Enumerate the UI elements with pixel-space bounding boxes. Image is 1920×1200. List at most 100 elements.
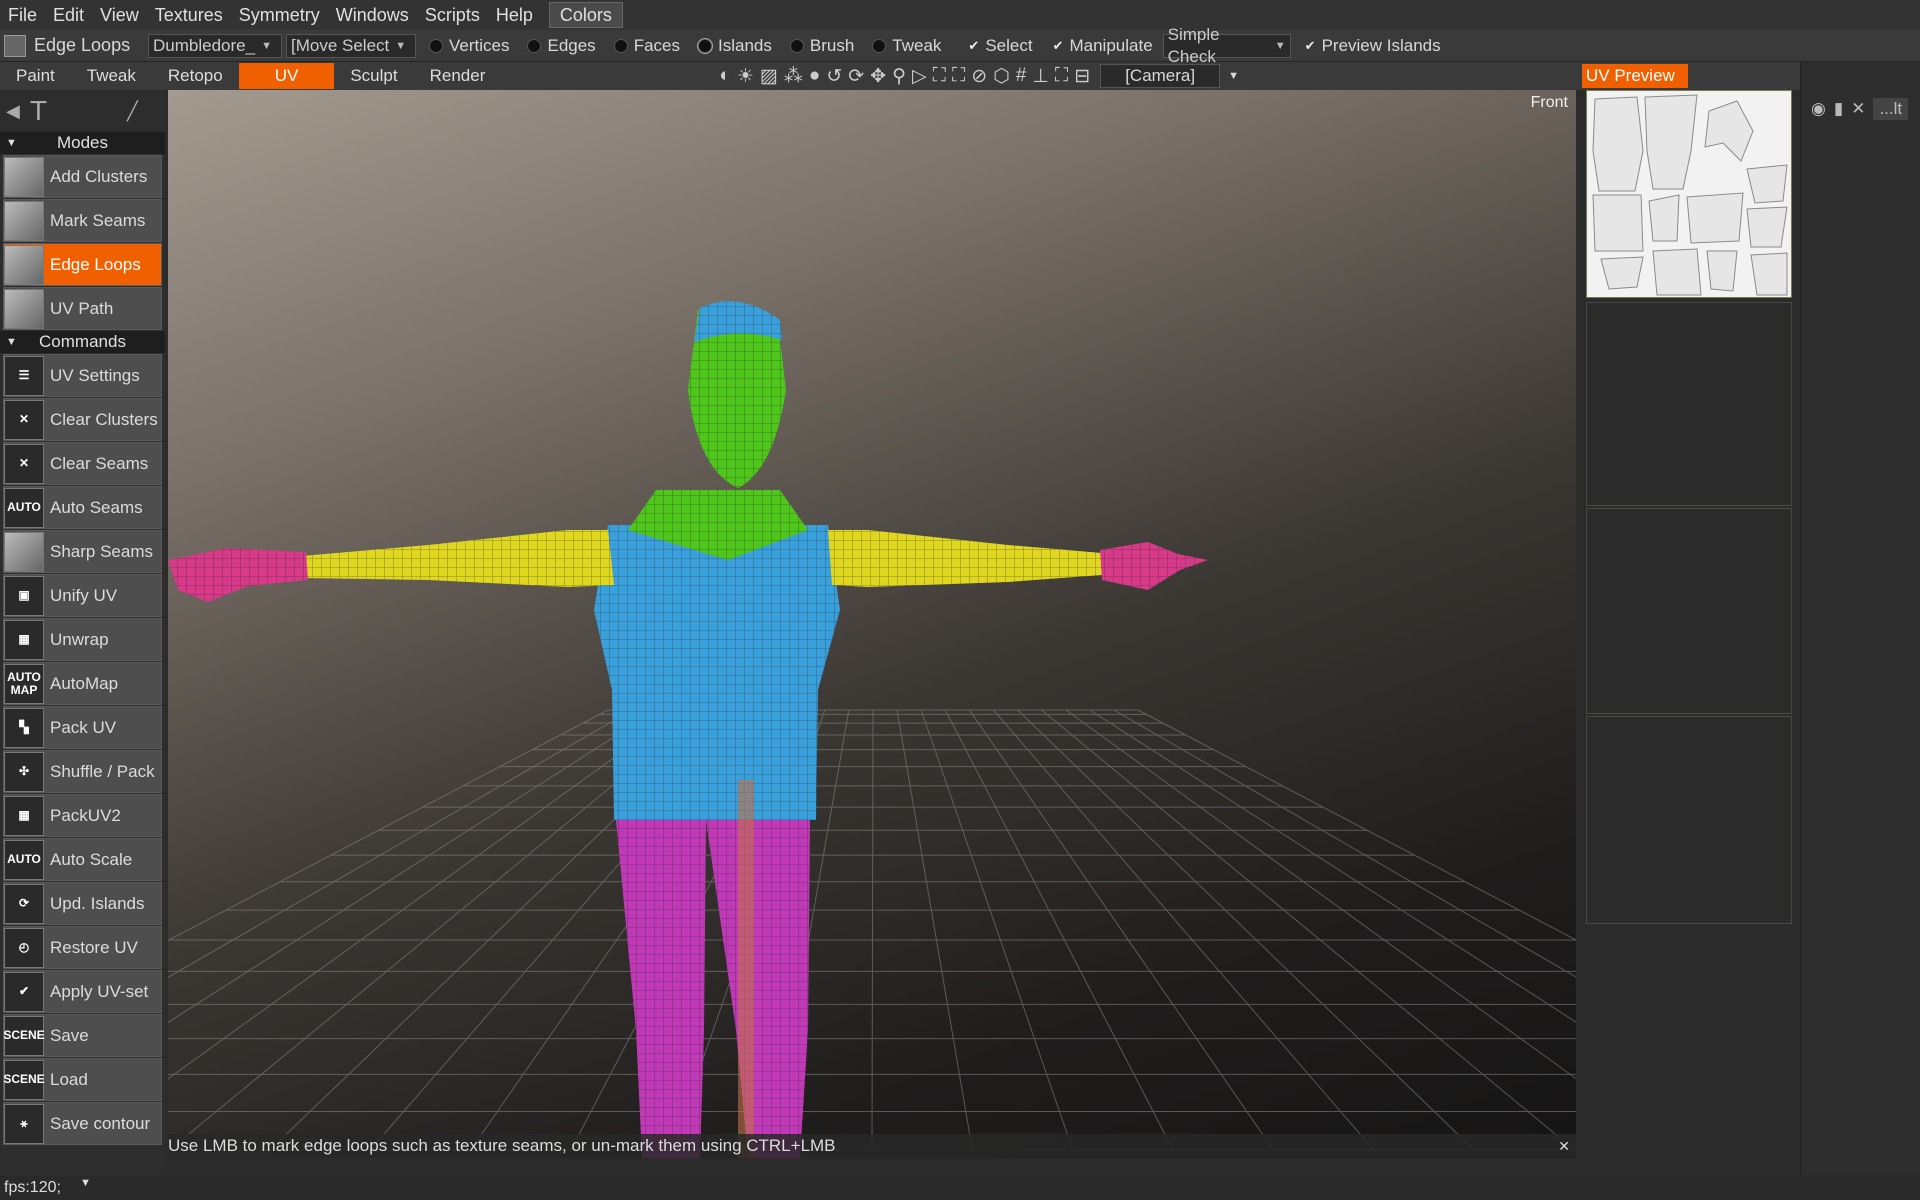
chevron-down-icon[interactable]: ▼	[1228, 70, 1239, 82]
3d-viewport[interactable]: Front Use LMB to mark edge loops such as…	[168, 90, 1576, 1158]
radio-faces[interactable]: Faces	[613, 36, 680, 56]
menu-help[interactable]: Help	[488, 0, 541, 30]
text-tool-icon[interactable]: T	[30, 95, 47, 127]
uv-slot-3[interactable]	[1586, 716, 1792, 924]
check-select[interactable]: ✔ Select	[968, 36, 1032, 56]
uv-settings-button[interactable]: ☰ UV Settings	[3, 354, 162, 397]
zoom-icon[interactable]: ⚲	[892, 65, 906, 88]
cube-view-icon[interactable]: ⬡	[993, 65, 1010, 88]
auto-seams-button[interactable]: AUTO Auto Seams	[3, 486, 162, 529]
grid-line	[1017, 709, 1475, 1151]
apply-uv-set-button[interactable]: ✔ Apply UV-set	[3, 970, 162, 1013]
add-clusters-button[interactable]: Add Clusters	[3, 155, 162, 198]
unify-uv-button[interactable]: ▣ Unify UV	[3, 574, 162, 617]
clear-clusters-button[interactable]: ✕ Clear Clusters	[3, 398, 162, 441]
grid-toggle-icon[interactable]: #	[1016, 65, 1027, 87]
layer-name[interactable]: ...lt	[1873, 98, 1909, 120]
chevron-down-icon[interactable]: ▼	[80, 1171, 91, 1196]
no-icon[interactable]: ⊘	[971, 65, 987, 88]
object-dropdown[interactable]: Dumbledore_ ▼	[148, 33, 282, 58]
save-button[interactable]: SCENE Save	[3, 1014, 162, 1057]
tab-render[interactable]: Render	[414, 63, 502, 89]
radio-brush[interactable]: Brush	[789, 36, 854, 56]
sharp-seams-button[interactable]: Sharp Seams	[3, 530, 162, 573]
edge-loops-button[interactable]: Edge Loops	[3, 243, 162, 286]
rotate-icon[interactable]: ⟳	[848, 65, 864, 88]
tab-retopo[interactable]: Retopo	[152, 63, 239, 89]
camera-dropdown[interactable]: [Camera]	[1100, 64, 1221, 88]
menu-textures[interactable]: Textures	[147, 0, 231, 30]
radio-islands[interactable]: Islands	[697, 36, 772, 56]
move-icon[interactable]: ✥	[870, 65, 886, 88]
menu-windows[interactable]: Windows	[328, 0, 417, 30]
checkmark-icon: ✔	[1052, 37, 1064, 53]
close-icon[interactable]: ✕	[1851, 99, 1865, 119]
restore-uv-button[interactable]: ◴ Restore UV	[3, 926, 162, 969]
button-label: Restore UV	[50, 937, 138, 957]
menu-edit[interactable]: Edit	[45, 0, 92, 30]
menu-symmetry[interactable]: Symmetry	[231, 0, 328, 30]
play-icon[interactable]: ▷	[912, 65, 927, 88]
clear-seams-button[interactable]: ✕ Clear Seams	[3, 442, 162, 485]
menu-scripts[interactable]: Scripts	[417, 0, 488, 30]
upd-islands-button[interactable]: ⟳ Upd. Islands	[3, 882, 162, 925]
grid-line	[871, 709, 874, 1151]
axis-icon[interactable]: ⊥	[1032, 65, 1049, 88]
cube-sharp-icon	[4, 531, 44, 572]
close-icon[interactable]: ✕	[1558, 1134, 1570, 1158]
eye-icon[interactable]: ◉	[1811, 99, 1826, 119]
radio-tweak[interactable]: Tweak	[872, 36, 941, 56]
shuffle-pack-button[interactable]: ✣ Shuffle / Pack	[3, 750, 162, 793]
radio-edges[interactable]: Edges	[527, 36, 596, 56]
tab-tweak[interactable]: Tweak	[71, 63, 152, 89]
drop-icon[interactable]: ●	[809, 65, 820, 87]
check-manipulate[interactable]: ✔ Manipulate	[1053, 36, 1153, 56]
image-icon[interactable]: ▨	[760, 65, 778, 88]
left-arm-wireframe	[302, 530, 614, 587]
commands-section-header[interactable]: ▼ Commands	[0, 331, 165, 353]
left-hand-wireframe	[168, 548, 308, 602]
check-mode-dropdown[interactable]: Simple Check ▼	[1162, 25, 1291, 66]
lock-icon[interactable]: ▮	[1834, 99, 1843, 119]
view-label: Front	[1530, 94, 1568, 111]
tab-uv-preview[interactable]: UV Preview	[1582, 64, 1688, 88]
chevron-left-icon[interactable]: ◀	[6, 101, 20, 122]
uv-path-button[interactable]: UV Path	[3, 287, 162, 330]
button-label: Unify UV	[50, 585, 118, 605]
spray-icon[interactable]: ⁂	[784, 65, 803, 88]
preview-islands-toggle[interactable]: ✔ Preview Islands	[1305, 36, 1441, 56]
tab-uv[interactable]: UV	[238, 63, 335, 89]
update-icon: ⟳	[4, 883, 44, 924]
uv-thumbnail[interactable]	[1586, 90, 1792, 298]
button-label: Add Clusters	[50, 166, 148, 186]
mark-seams-button[interactable]: Mark Seams	[3, 199, 162, 242]
menu-file[interactable]: File	[0, 0, 45, 30]
menu-view[interactable]: View	[92, 0, 147, 30]
automap-button[interactable]: AUTO MAP AutoMap	[3, 662, 162, 705]
fullscreen-icon[interactable]: ⛶	[1055, 65, 1068, 87]
uv-slot-1[interactable]	[1586, 302, 1792, 506]
light-icon[interactable]: ☀	[737, 65, 754, 88]
colors-button[interactable]: Colors	[548, 2, 623, 28]
packuv2-button[interactable]: ▦ PackUV2	[3, 794, 162, 837]
radio-vertices[interactable]: Vertices	[429, 36, 509, 56]
selection-radios: Vertices Edges Faces Islands Brush Tweak	[420, 36, 950, 56]
auto-scale-button[interactable]: AUTO Auto Scale	[3, 838, 162, 881]
tab-paint[interactable]: Paint	[0, 63, 71, 89]
fit-all-icon[interactable]: ⛶	[933, 65, 946, 87]
orbit-icon[interactable]: ↺	[826, 65, 842, 88]
select-mode-dropdown[interactable]: [Move Select ▼	[286, 33, 416, 58]
tab-sculpt[interactable]: Sculpt	[334, 63, 413, 89]
save-contour-button[interactable]: ⚹ Save contour	[3, 1102, 162, 1145]
clear-clusters-icon: ✕	[4, 399, 44, 440]
load-button[interactable]: SCENE Load	[3, 1058, 162, 1101]
modes-section-header[interactable]: ▼ Modes	[0, 132, 165, 154]
fit-pen-icon[interactable]: ⛶	[952, 65, 965, 87]
layout-icon[interactable]: ⊟	[1074, 65, 1090, 88]
contrast-icon[interactable]: ◐	[719, 65, 730, 87]
brush-icon[interactable]: ╱	[127, 101, 138, 122]
uv-slot-2[interactable]	[1586, 508, 1792, 714]
status-bar: fps:120; ▼	[0, 1175, 1920, 1200]
unwrap-button[interactable]: ▦ Unwrap	[3, 618, 162, 661]
pack-uv-button[interactable]: ▚ Pack UV	[3, 706, 162, 749]
